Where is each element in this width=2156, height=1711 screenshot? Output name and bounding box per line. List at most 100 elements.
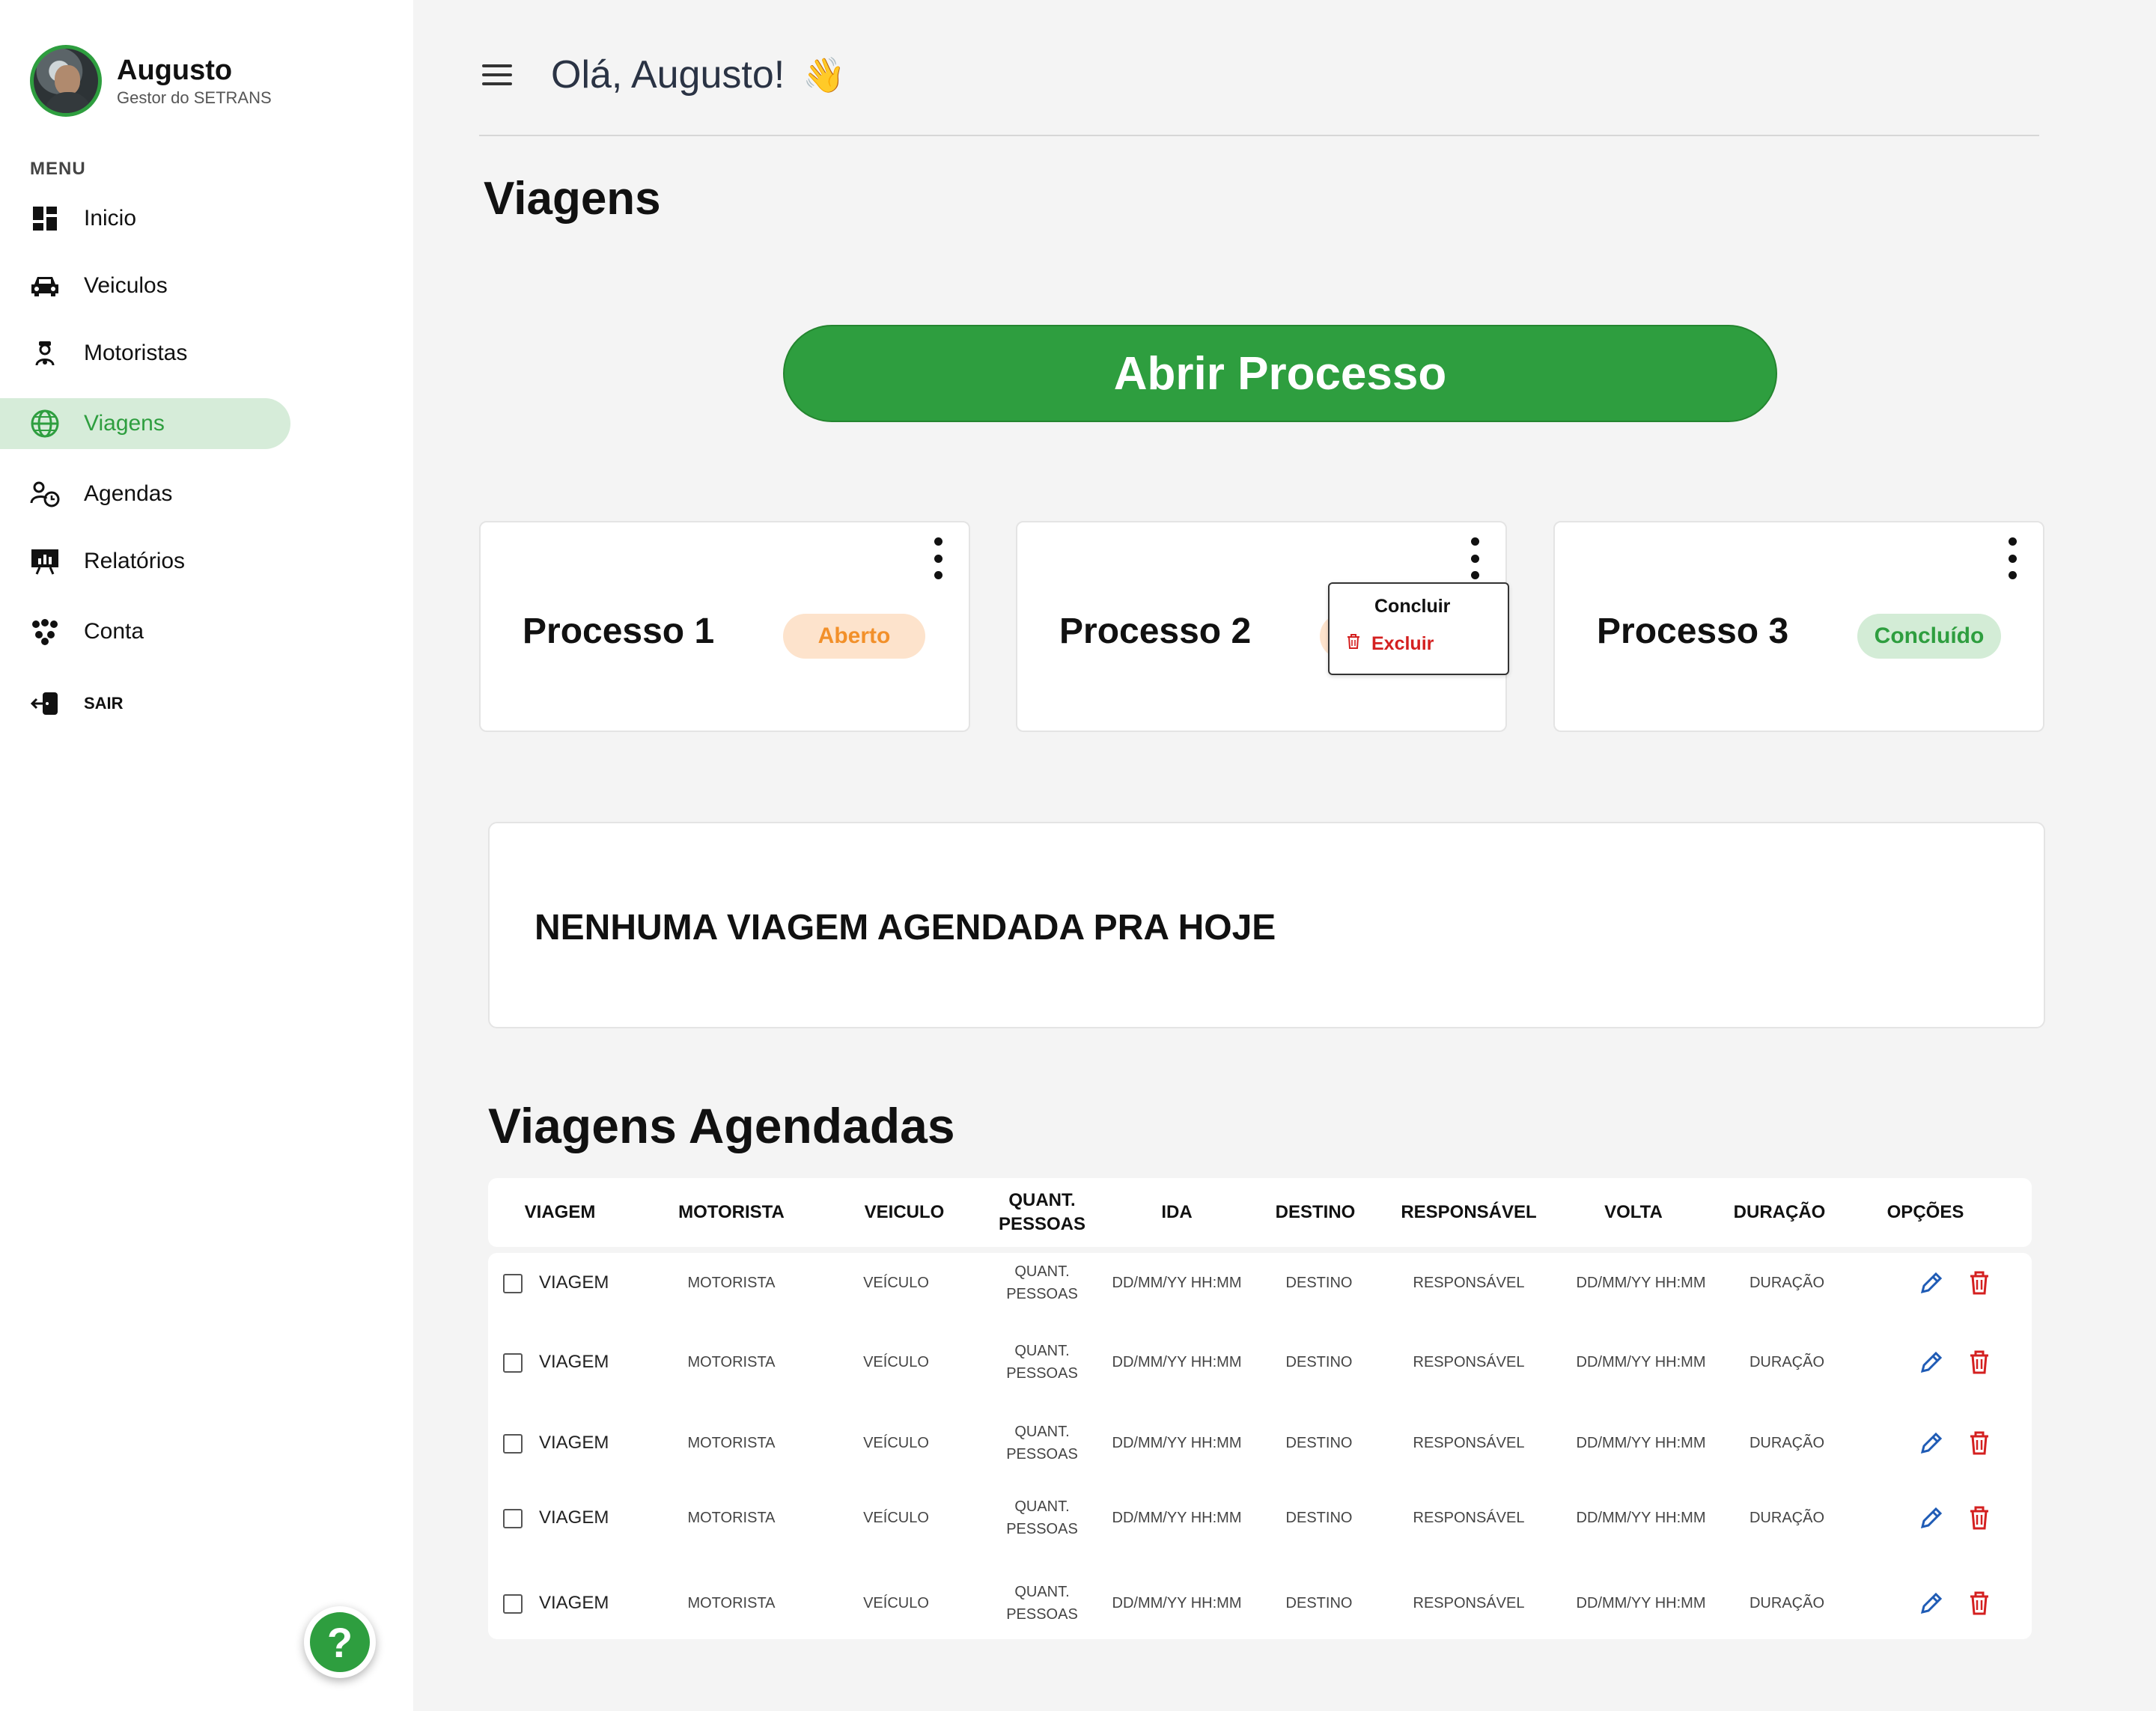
page-title: Viagens [484,173,661,225]
cell-driver: MOTORISTA [687,1354,776,1370]
account-icon [30,617,60,647]
cell-trip: VIAGEM [539,1272,609,1293]
table-row: VIAGEM MOTORISTA VEÍCULO QUANT. PESSOAS … [488,1332,2032,1392]
cell-duration: DURAÇÃO [1749,1595,1824,1611]
trash-icon [1346,633,1361,655]
cell-responsible: RESPONSÁVEL [1413,1435,1525,1451]
column-header: VEICULO [864,1202,945,1222]
cell-destination: DESTINO [1285,1510,1353,1526]
sidebar-item-inicio[interactable]: Inicio [0,193,290,244]
sidebar: Augusto Gestor do SETRANS MENU Inicio Ve… [0,0,413,1711]
cell-responsible: RESPONSÁVEL [1413,1354,1525,1370]
greeting-text: Olá, Augusto! [551,53,785,97]
delete-trash-icon[interactable] [1966,1269,1993,1296]
column-header: DURAÇÃO [1733,1202,1826,1222]
cell-vehicle: VEÍCULO [863,1435,929,1451]
edit-pencil-icon[interactable] [1918,1590,1945,1617]
table-row: VIAGEM MOTORISTA VEÍCULO QUANT. PESSOAS … [488,1573,2032,1633]
dashboard-icon [30,204,60,234]
cell-duration: DURAÇÃO [1749,1354,1824,1370]
column-header: OPÇÕES [1886,1202,1964,1222]
sidebar-item-label: Inicio [84,206,137,231]
cell-people: QUANT. PESSOAS [1006,1584,1078,1623]
cell-vehicle: VEÍCULO [863,1595,929,1611]
delete-trash-icon[interactable] [1966,1349,1993,1376]
cell-vehicle: VEÍCULO [863,1354,929,1370]
edit-pencil-icon[interactable] [1918,1430,1945,1457]
delete-trash-icon[interactable] [1966,1430,1993,1457]
cell-trip: VIAGEM [539,1352,609,1372]
sidebar-item-label: Motoristas [84,341,188,365]
sidebar-item-label: Viagens [84,411,165,436]
cell-driver: MOTORISTA [687,1595,776,1611]
edit-pencil-icon[interactable] [1918,1349,1945,1376]
column-header: QUANT. PESSOAS [998,1190,1086,1234]
kebab-menu-icon[interactable] [927,537,949,579]
cell-people: QUANT. PESSOAS [1006,1343,1078,1382]
process-card: Processo 3 Concluído [1553,521,2044,732]
process-card: Processo 1 Aberto [479,521,970,732]
sidebar-item-label: SAIR [84,694,124,713]
sidebar-item-label: Agendas [84,481,173,506]
trips-table: VIAGEM MOTORISTA VEÍCULO QUANT. PESSOAS … [488,1253,2032,1639]
sidebar-item-label: Conta [84,619,144,644]
open-process-button[interactable]: Abrir Processo [783,325,1777,422]
edit-pencil-icon[interactable] [1918,1504,1945,1531]
car-icon [30,271,60,301]
edit-pencil-icon[interactable] [1918,1269,1945,1296]
table-row: VIAGEM MOTORISTA VEÍCULO QUANT. PESSOAS … [488,1253,2032,1313]
cell-destination: DESTINO [1285,1435,1353,1451]
sidebar-item-label: Relatórios [84,549,186,573]
row-checkbox[interactable] [503,1274,523,1293]
sidebar-item-conta[interactable]: Conta [0,606,290,657]
cell-driver: MOTORISTA [687,1275,776,1291]
help-button[interactable]: ? [304,1606,376,1678]
process-options-dropdown: Concluir Excluir [1328,582,1509,675]
cell-responsible: RESPONSÁVEL [1413,1595,1525,1611]
table-row: VIAGEM MOTORISTA VEÍCULO QUANT. PESSOAS … [488,1413,2032,1473]
cell-departure: DD/MM/YY HH:MM [1112,1354,1242,1370]
table-header: VIAGEM MOTORISTA VEICULO QUANT. PESSOAS … [488,1178,2032,1247]
schedule-icon [30,479,60,509]
table-row: VIAGEM MOTORISTA VEÍCULO QUANT. PESSOAS … [488,1488,2032,1548]
cell-duration: DURAÇÃO [1749,1435,1824,1451]
hamburger-menu-icon[interactable] [482,64,512,87]
column-header: VOLTA [1604,1202,1663,1222]
delete-option[interactable]: Excluir [1346,633,1434,655]
status-badge: Concluído [1857,614,2001,659]
process-title: Processo 2 [1059,611,1252,651]
kebab-menu-icon[interactable] [1464,537,1486,579]
process-title: Processo 1 [523,611,715,651]
cell-vehicle: VEÍCULO [863,1510,929,1526]
cell-departure: DD/MM/YY HH:MM [1112,1510,1242,1526]
cell-duration: DURAÇÃO [1749,1275,1824,1291]
sidebar-item-relatorios[interactable]: Relatórios [0,536,290,587]
column-header: RESPONSÁVEL [1401,1202,1537,1222]
sidebar-item-motoristas[interactable]: Motoristas [0,328,290,379]
column-header: IDA [1161,1202,1193,1222]
user-role: Gestor do SETRANS [117,88,272,107]
delete-trash-icon[interactable] [1966,1504,1993,1531]
cell-return: DD/MM/YY HH:MM [1576,1595,1706,1611]
sidebar-item-veiculos[interactable]: Veiculos [0,260,290,311]
cell-return: DD/MM/YY HH:MM [1576,1354,1706,1370]
delete-trash-icon[interactable] [1966,1590,1993,1617]
cell-trip: VIAGEM [539,1507,609,1528]
cell-responsible: RESPONSÁVEL [1413,1510,1525,1526]
kebab-menu-icon[interactable] [2001,537,2023,579]
row-checkbox[interactable] [503,1509,523,1528]
row-checkbox[interactable] [503,1434,523,1454]
menu-title: MENU [30,159,86,179]
conclude-option[interactable]: Concluir [1374,596,1450,617]
row-checkbox[interactable] [503,1594,523,1614]
avatar [30,45,102,117]
row-checkbox[interactable] [503,1353,523,1373]
sidebar-item-viagens[interactable]: Viagens [0,398,290,449]
empty-trips-notice: NENHUMA VIAGEM AGENDADA PRA HOJE [488,822,2045,1028]
cell-duration: DURAÇÃO [1749,1510,1824,1526]
cell-vehicle: VEÍCULO [863,1275,929,1291]
sidebar-item-agendas[interactable]: Agendas [0,469,290,519]
cell-return: DD/MM/YY HH:MM [1576,1510,1706,1526]
cell-destination: DESTINO [1285,1275,1353,1291]
logout-button[interactable]: SAIR [0,678,290,729]
